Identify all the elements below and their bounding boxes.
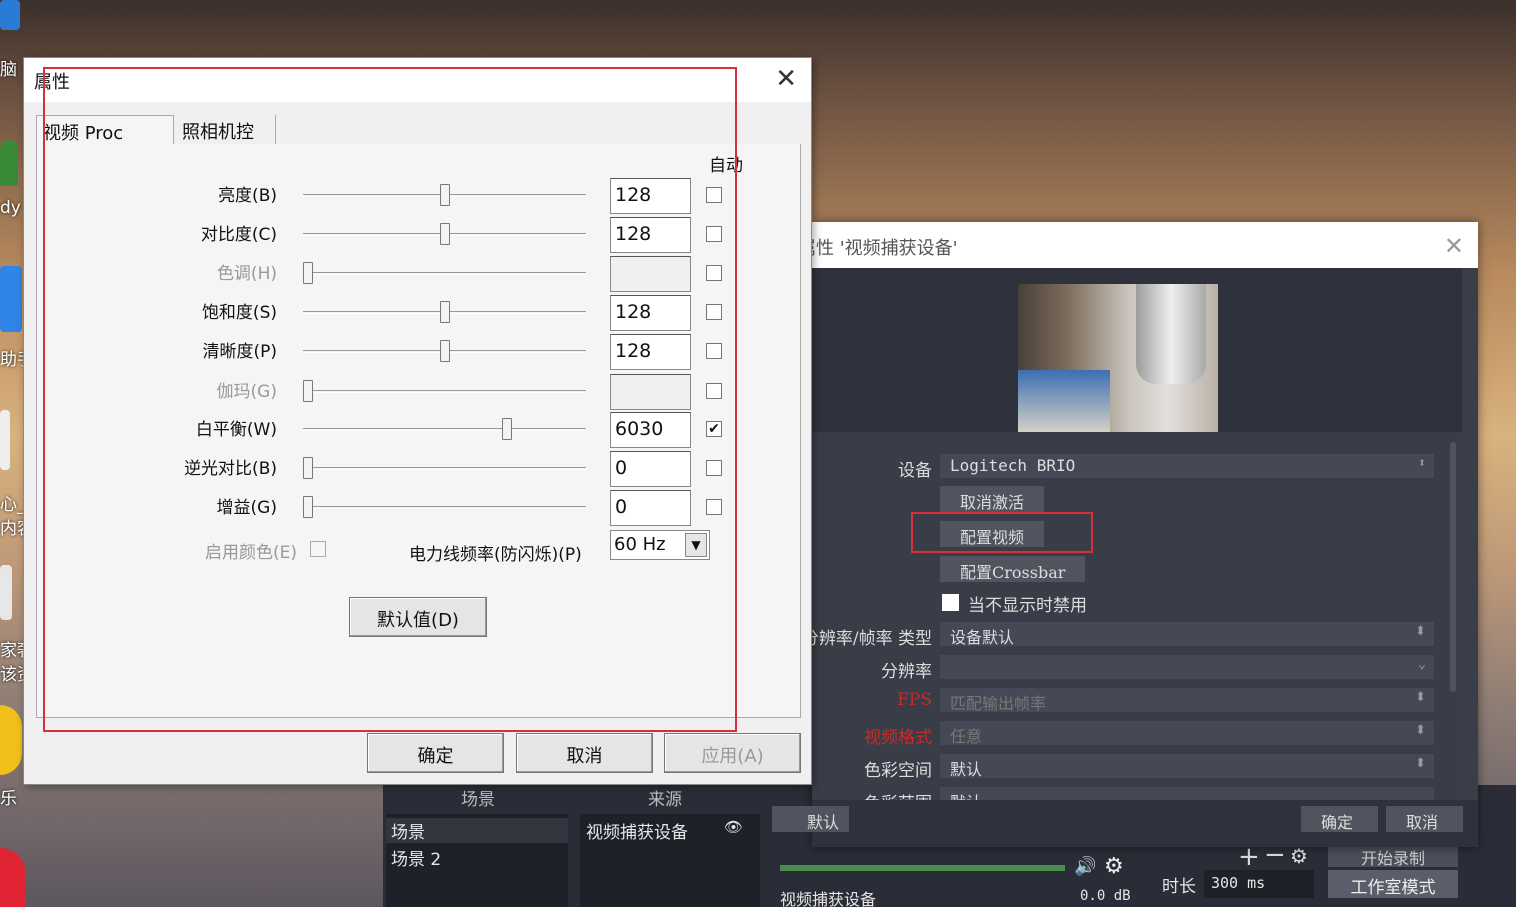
- color-space-value: 默认: [950, 760, 983, 779]
- properties-title-bar: 属性 '视频捕获设备' ✕: [798, 222, 1478, 268]
- highlight-proc-amp: [43, 67, 737, 732]
- desktop-label: dy: [0, 198, 21, 218]
- desktop-label: 脑: [0, 60, 17, 80]
- desktop-icon-netease[interactable]: [0, 848, 26, 907]
- disable-when-hidden-label: 当不显示时禁用: [968, 596, 1087, 616]
- close-icon[interactable]: ✕: [1444, 232, 1464, 260]
- properties-footer: [812, 800, 1478, 847]
- scene-item[interactable]: 场景 2: [391, 845, 441, 870]
- resolution-label: 分辨率: [881, 662, 932, 682]
- configure-crossbar-button[interactable]: 配置Crossbar: [940, 556, 1086, 582]
- updown-icon: ⬍: [1415, 690, 1426, 705]
- device-label: 设备: [898, 461, 932, 481]
- camera-preview-area: [812, 268, 1462, 434]
- close-icon[interactable]: ✕: [775, 64, 797, 94]
- chevron-down-icon: ⌄: [1418, 657, 1426, 672]
- duration-value: 300 ms: [1211, 874, 1266, 892]
- obs-cancel-button[interactable]: 取消: [1386, 806, 1463, 832]
- desktop-icon-computer[interactable]: [0, 0, 20, 30]
- gear-icon[interactable]: ⚙: [1104, 854, 1124, 879]
- eye-icon[interactable]: 👁: [724, 818, 743, 836]
- deactivate-button[interactable]: 取消激活: [940, 486, 1045, 512]
- desktop-icon-sheet[interactable]: [0, 565, 12, 620]
- desktop-icon-music[interactable]: [0, 705, 22, 775]
- obs-ok-button[interactable]: 确定: [1301, 806, 1378, 832]
- fps-select[interactable]: 匹配输出帧率 ⬍: [940, 688, 1434, 713]
- desktop-label: 心_: [0, 495, 26, 515]
- scenes-header: 场景: [461, 790, 495, 810]
- dialog-cancel-button[interactable]: 取消: [516, 733, 653, 773]
- color-space-label: 色彩空间: [864, 761, 932, 781]
- color-range-label: 色彩范围: [864, 789, 932, 800]
- device-value: Logitech BRIO: [950, 456, 1076, 475]
- updown-icon: ⬍: [1415, 723, 1426, 738]
- video-format-value: 任意: [950, 727, 983, 746]
- res-fps-type-select[interactable]: 设备默认 ⬍: [940, 622, 1434, 647]
- speaker-icon[interactable]: 🔊: [1074, 856, 1096, 877]
- res-fps-type-value: 设备默认: [950, 628, 1015, 647]
- video-format-label: 视频格式: [864, 728, 932, 748]
- fps-label: FPS: [897, 690, 932, 710]
- color-range-value: 默认: [950, 793, 982, 800]
- scene-item[interactable]: 场景: [386, 818, 568, 843]
- mixer-source-name: 视频捕获设备: [780, 890, 877, 907]
- source-item[interactable]: 视频捕获设备: [586, 818, 688, 843]
- studio-mode-button[interactable]: 工作室模式: [1328, 870, 1458, 898]
- device-select[interactable]: Logitech BRIO ⬍: [940, 454, 1434, 478]
- volume-meter[interactable]: [780, 865, 1065, 871]
- disable-when-hidden-checkbox[interactable]: [942, 594, 959, 611]
- color-range-select[interactable]: 默认: [940, 787, 1434, 800]
- res-fps-type-label: 分辨率/帧率 类型: [801, 629, 932, 649]
- highlight-configure-video: [911, 512, 1093, 553]
- preview-laptop: [1018, 370, 1110, 434]
- updown-icon: ⬍: [1418, 456, 1426, 471]
- updown-icon: ⬍: [1415, 756, 1426, 771]
- dialog-ok-button[interactable]: 确定: [367, 733, 504, 773]
- defaults-button[interactable]: 默认: [772, 806, 849, 832]
- properties-title: 属性 '视频捕获设备': [798, 238, 958, 259]
- transition-gear-icon[interactable]: ⚙: [1290, 844, 1308, 868]
- sources-header: 来源: [648, 790, 682, 810]
- desktop-icon-user[interactable]: [0, 140, 18, 186]
- properties-scrollbar[interactable]: [1450, 442, 1456, 692]
- resolution-select[interactable]: ⌄: [940, 655, 1434, 679]
- desktop-label: 乐: [0, 789, 17, 809]
- color-space-select[interactable]: 默认 ⬍: [940, 754, 1434, 779]
- video-format-select[interactable]: 任意 ⬍: [940, 721, 1434, 746]
- desktop-icon-document[interactable]: [0, 410, 10, 470]
- mixer-db: 0.0 dB: [1080, 888, 1131, 904]
- start-recording-button[interactable]: 开始录制: [1328, 845, 1458, 868]
- duration-label: 时长: [1162, 877, 1196, 897]
- dialog-apply-button[interactable]: 应用(A): [664, 733, 801, 773]
- desktop-icon-assistant[interactable]: [0, 266, 22, 332]
- fps-value: 匹配输出帧率: [950, 694, 1047, 713]
- preview-bottle: [1136, 284, 1206, 384]
- properties-form: 设备 Logitech BRIO ⬍ 取消激活 配置视频 配置Crossbar 当…: [802, 432, 1462, 800]
- updown-icon: ⬍: [1415, 624, 1426, 639]
- camera-preview: [1018, 284, 1218, 434]
